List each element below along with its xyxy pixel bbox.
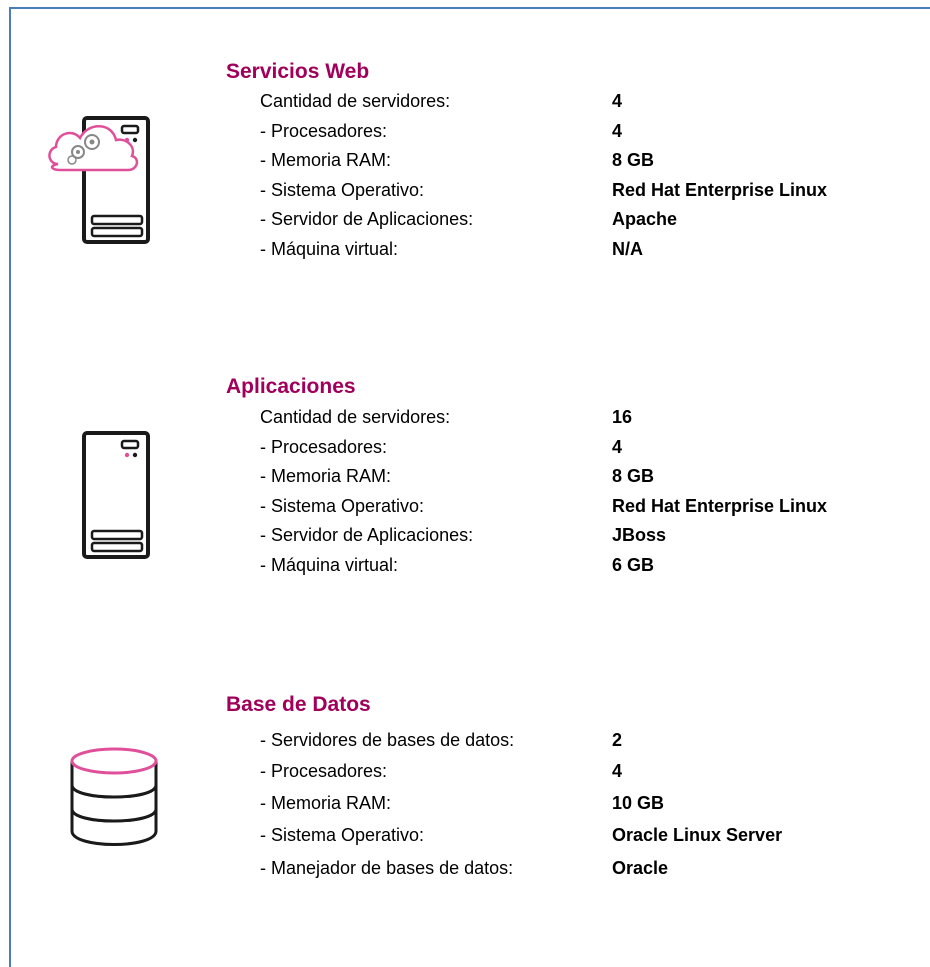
spec-label: - Sistema Operativo:: [260, 825, 425, 845]
spec-row: - Manejador de bases de datos: Oracle: [260, 853, 920, 883]
spec-label: - Servidor de Aplicaciones:: [260, 525, 474, 545]
spec-label: - Sistema Operativo:: [260, 496, 425, 516]
spec-label: - Máquina virtual:: [260, 239, 399, 259]
spec-label: - Servidor de Aplicaciones:: [260, 209, 474, 229]
spec-label: - Servidores de bases de datos:: [260, 730, 515, 750]
spec-value: 2: [612, 730, 623, 750]
spec-value: 10 GB: [612, 793, 665, 813]
spec-label: - Procesadores:: [260, 121, 388, 141]
spec-label: - Sistema Operativo:: [260, 180, 425, 200]
spec-row: - Máquina virtual: 6 GB: [260, 550, 920, 580]
spec-value: 4: [612, 437, 623, 457]
spec-value: 8 GB: [612, 466, 655, 486]
spec-value: Oracle: [612, 858, 669, 878]
spec-value: 8 GB: [612, 150, 655, 170]
section-title: Aplicaciones: [226, 375, 356, 398]
spec-value: Apache: [612, 209, 678, 229]
cloud-server-icon: [44, 114, 154, 255]
spec-row: - Memoria RAM: 10 GB: [260, 788, 920, 818]
spec-label: - Memoria RAM:: [260, 793, 392, 813]
spec-row: - Sistema Operativo: Red Hat Enterprise L…: [260, 175, 920, 205]
spec-value: Red Hat Enterprise Linux: [612, 180, 828, 200]
spec-value: Red Hat Enterprise Linux: [612, 496, 828, 516]
spec-row: - Servidor de Aplicaciones: Apache: [260, 204, 920, 234]
spec-row: - Sistema Operativo: Oracle Linux Server: [260, 820, 920, 850]
spec-label: - Procesadores:: [260, 761, 388, 781]
spec-value: 4: [612, 91, 623, 111]
spec-row: - Memoria RAM: 8 GB: [260, 145, 920, 175]
spec-row: - Procesadores: 4: [260, 756, 920, 786]
server-tower-icon: [78, 429, 150, 570]
spec-label: - Procesadores:: [260, 437, 388, 457]
spec-label: - Memoria RAM:: [260, 466, 392, 486]
spec-row: - Procesadores: 4: [260, 432, 920, 462]
section-title: Servicios Web: [226, 60, 370, 83]
spec-value: N/A: [612, 239, 643, 259]
spec-value: 4: [612, 121, 623, 141]
section-title: Base de Datos: [226, 693, 371, 716]
spec-row: - Servidor de Aplicaciones: JBoss: [260, 520, 920, 550]
database-icon: [68, 743, 160, 858]
spec-value: 6 GB: [612, 555, 655, 575]
spec-row: - Servidores de bases de datos: 2: [260, 725, 920, 755]
spec-label: - Manejador de bases de datos:: [260, 858, 514, 878]
spec-row: Cantidad de servidores: 4: [260, 86, 920, 116]
spec-label: - Memoria RAM:: [260, 150, 392, 170]
spec-row: - Memoria RAM: 8 GB: [260, 461, 920, 491]
spec-row: Cantidad de servidores: 16: [260, 402, 920, 432]
spec-value: 16: [612, 407, 633, 427]
spec-value: JBoss: [612, 525, 667, 545]
spec-value: Oracle Linux Server: [612, 825, 783, 845]
spec-value: 4: [612, 761, 623, 781]
spec-label: Cantidad de servidores:: [260, 407, 451, 427]
spec-row: - Máquina virtual: N/A: [260, 234, 920, 264]
spec-row: - Procesadores: 4: [260, 116, 920, 146]
spec-label: Cantidad de servidores:: [260, 91, 451, 111]
spec-label: - Máquina virtual:: [260, 555, 399, 575]
spec-row: - Sistema Operativo: Red Hat Enterprise L…: [260, 491, 920, 521]
